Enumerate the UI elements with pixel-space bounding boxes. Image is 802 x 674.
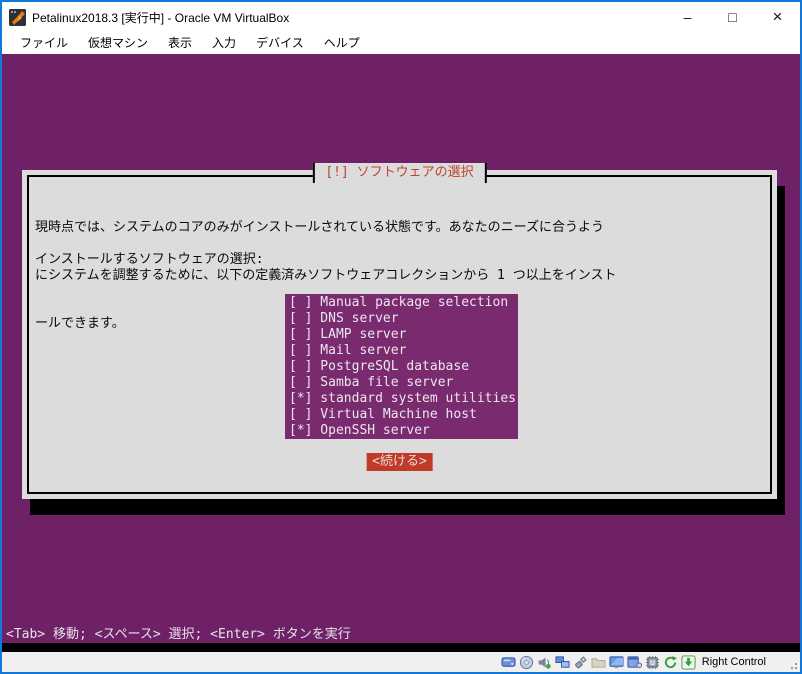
recording-icon[interactable]: [627, 654, 643, 670]
dialog-title: [!] ソフトウェアの選択: [312, 163, 486, 183]
checkbox: [ ]: [289, 343, 312, 358]
minimize-button[interactable]: –: [665, 2, 710, 32]
keyboard-help-text: <Tab> 移動; <スペース> 選択; <Enter> ボタンを実行: [6, 627, 351, 643]
dialog-shadow-bottom: [30, 499, 785, 515]
title-bar[interactable]: Petalinux2018.3 [実行中] - Oracle VM Virtua…: [2, 2, 800, 32]
usb-icon[interactable]: [573, 654, 589, 670]
petalinux-vm-icon: [9, 9, 26, 26]
menu-item-4[interactable]: デバイス: [246, 32, 314, 54]
checkbox: [*]: [289, 391, 312, 406]
software-checklist: [ ] Manual package selection[ ] DNS serv…: [285, 294, 518, 439]
body-line: 現時点では、システムのコアのみがインストールされている状態です。あなたのニーズに…: [35, 220, 616, 236]
checkbox: [ ]: [289, 311, 312, 326]
host-key-label: Right Control: [702, 656, 766, 668]
host-key-capture-icon[interactable]: [681, 654, 697, 670]
checklist-label: Manual package selection: [312, 295, 508, 310]
continue-button[interactable]: <続ける>: [366, 453, 433, 471]
checkbox: [ ]: [289, 327, 312, 342]
checklist-item[interactable]: [ ] Manual package selection: [289, 295, 518, 311]
menu-bar: ファイル仮想マシン表示入力デバイスヘルプ: [2, 32, 800, 54]
menu-item-3[interactable]: 入力: [202, 32, 246, 54]
shared-folder-icon[interactable]: [591, 654, 607, 670]
menu-item-0[interactable]: ファイル: [10, 32, 78, 54]
checklist-label: Samba file server: [312, 375, 453, 390]
audio-icon[interactable]: [537, 654, 553, 670]
vm-status-bar: U Right Control: [2, 652, 800, 672]
hdd-icon[interactable]: [501, 654, 517, 670]
checkbox: [ ]: [289, 407, 312, 422]
network-icon[interactable]: [555, 654, 571, 670]
svg-text:U: U: [650, 658, 655, 666]
maximize-button[interactable]: □: [710, 2, 755, 32]
menu-item-5[interactable]: ヘルプ: [314, 32, 370, 54]
virtualbox-window: Petalinux2018.3 [実行中] - Oracle VM Virtua…: [0, 0, 802, 674]
checklist-item[interactable]: [ ] PostgreSQL database: [289, 359, 518, 375]
vm-screen: [!] ソフトウェアの選択 現時点では、システムのコアのみがインストールされてい…: [2, 54, 800, 654]
checklist-item[interactable]: [*] standard system utilities: [289, 391, 518, 407]
mouse-integration-icon[interactable]: [663, 654, 679, 670]
checklist-label: Virtual Machine host: [312, 407, 476, 422]
checklist-item[interactable]: [ ] Virtual Machine host: [289, 407, 518, 423]
cd-icon[interactable]: [519, 654, 535, 670]
checklist-item[interactable]: [ ] LAMP server: [289, 327, 518, 343]
display-icon[interactable]: [609, 654, 625, 670]
menu-item-2[interactable]: 表示: [158, 32, 202, 54]
checklist-label: LAMP server: [312, 327, 406, 342]
checkbox: [*]: [289, 423, 312, 438]
checkbox: [ ]: [289, 295, 312, 310]
checklist-label: OpenSSH server: [312, 423, 429, 438]
cpu-icon[interactable]: U: [645, 654, 661, 670]
checkbox: [ ]: [289, 375, 312, 390]
checklist-label: PostgreSQL database: [312, 359, 469, 374]
checklist-item[interactable]: [ ] DNS server: [289, 311, 518, 327]
resize-grip[interactable]: [787, 659, 797, 669]
checklist-item[interactable]: [ ] Samba file server: [289, 375, 518, 391]
checklist-label: DNS server: [312, 311, 398, 326]
software-selection-dialog: [!] ソフトウェアの選択 現時点では、システムのコアのみがインストールされてい…: [22, 170, 777, 499]
checklist-item[interactable]: [*] OpenSSH server: [289, 423, 518, 439]
checklist-label: standard system utilities: [312, 391, 516, 406]
menu-item-1[interactable]: 仮想マシン: [78, 32, 158, 54]
close-button[interactable]: ×: [755, 2, 800, 32]
checklist-item[interactable]: [ ] Mail server: [289, 343, 518, 359]
selection-prompt: インストールするソフトウェアの選択:: [35, 252, 264, 268]
body-line: にシステムを調整するために、以下の定義済みソフトウェアコレクションから 1 つ以…: [35, 268, 616, 284]
dialog-shadow-right: [777, 186, 785, 515]
window-title: Petalinux2018.3 [実行中] - Oracle VM Virtua…: [32, 9, 665, 26]
checklist-label: Mail server: [312, 343, 406, 358]
checkbox: [ ]: [289, 359, 312, 374]
